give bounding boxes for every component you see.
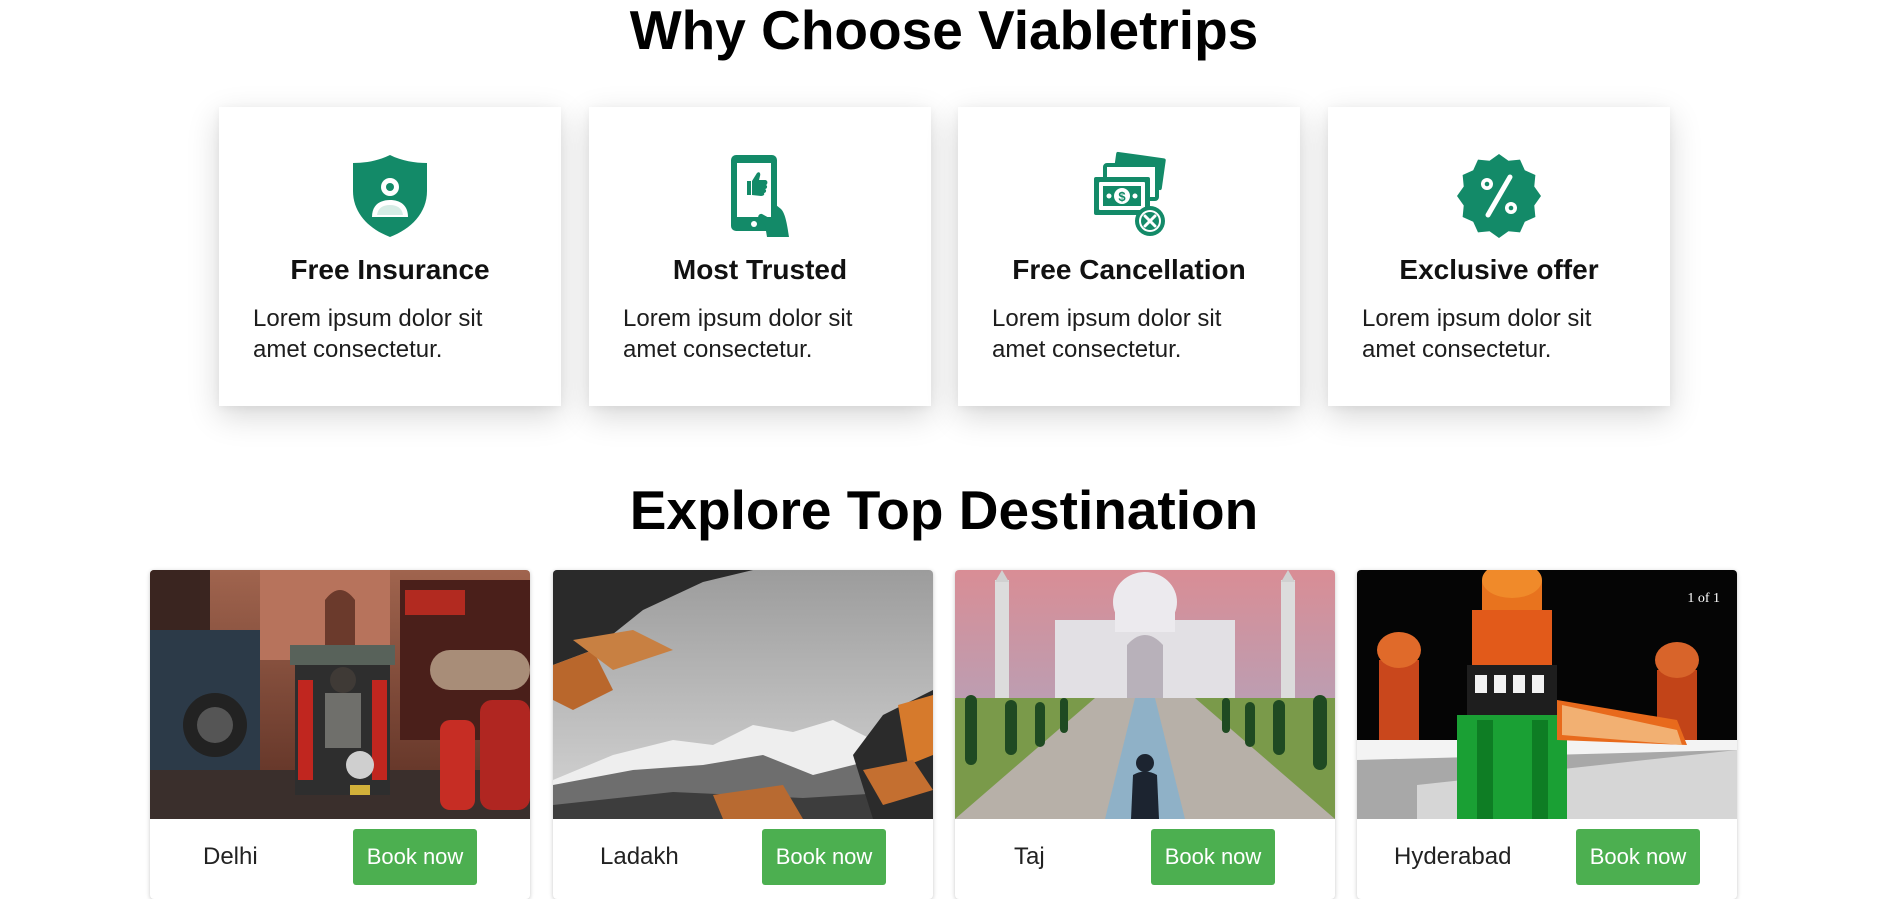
feature-description: Lorem ipsum dolor sit amet consectetur. <box>253 305 483 363</box>
shield-person-icon <box>353 155 427 237</box>
book-now-button[interactable]: Book now <box>1151 829 1275 885</box>
destination-card-hyderabad: 1 of 1 Hyderabad Book now <box>1357 570 1737 899</box>
ladakh-mountain-photo[interactable] <box>553 570 933 819</box>
book-now-button[interactable]: Book now <box>762 829 886 885</box>
feature-card-free-cancellation: $ Free Cancellation Lorem ipsum dolor si… <box>958 107 1300 406</box>
destination-card-delhi: Delhi Book now <box>150 570 530 899</box>
destination-card-ladakh: Ladakh Book now <box>553 570 933 899</box>
slide-counter: 1 of 1 <box>1687 591 1720 606</box>
feature-title: Free Insurance <box>290 254 490 285</box>
explore-destinations-title: Explore Top Destination <box>629 479 1259 541</box>
tablet-thumbs-up-icon <box>731 155 789 237</box>
feature-title: Free Cancellation <box>1012 254 1246 285</box>
destination-name: Delhi <box>203 843 258 870</box>
cash-cancel-icon: $ <box>1094 151 1166 236</box>
destination-name: Hyderabad <box>1394 843 1512 870</box>
percent-badge-icon <box>1457 154 1541 238</box>
taj-mahal-photo[interactable] <box>955 570 1335 819</box>
hyderabad-charminar-photo[interactable] <box>1357 570 1737 819</box>
destination-card-taj: Taj Book now <box>955 570 1335 899</box>
feature-description: Lorem ipsum dolor sit amet consectetur. <box>623 305 853 363</box>
why-choose-title: Why Choose Viabletrips <box>629 0 1259 61</box>
destination-name: Taj <box>1014 843 1045 870</box>
destination-name: Ladakh <box>600 843 679 870</box>
feature-description: Lorem ipsum dolor sit amet consectetur. <box>992 305 1222 363</box>
feature-title: Exclusive offer <box>1399 254 1599 285</box>
book-now-button[interactable]: Book now <box>1576 829 1700 885</box>
book-now-button[interactable]: Book now <box>353 829 477 885</box>
delhi-street-photo[interactable] <box>150 570 530 819</box>
svg-text:$: $ <box>1118 189 1126 204</box>
feature-description: Lorem ipsum dolor sit amet consectetur. <box>1362 305 1592 363</box>
feature-card-free-insurance: Free Insurance Lorem ipsum dolor sit ame… <box>219 107 561 406</box>
feature-title: Most Trusted <box>672 254 848 285</box>
feature-card-most-trusted: Most Trusted Lorem ipsum dolor sit amet … <box>589 107 931 406</box>
feature-card-exclusive-offer: Exclusive offer Lorem ipsum dolor sit am… <box>1328 107 1670 406</box>
